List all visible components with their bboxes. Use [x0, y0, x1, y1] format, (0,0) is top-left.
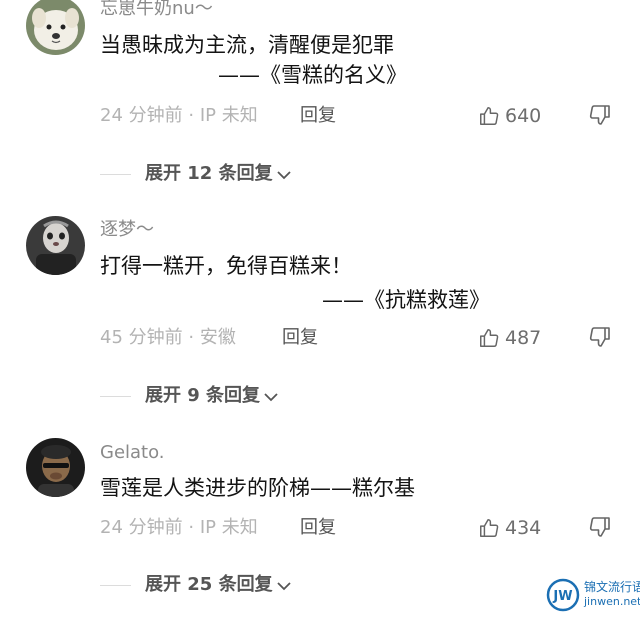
avatar[interactable] [26, 0, 85, 55]
thumbs-down-icon [589, 327, 610, 347]
like-count: 487 [505, 327, 542, 349]
watermark-logo-text: JW [552, 589, 572, 604]
thumbs-up-icon [480, 329, 499, 347]
username[interactable]: 逐梦～ [100, 219, 154, 241]
comment-location: · IP 未知 [188, 517, 258, 538]
comment-location: · IP 未知 [188, 105, 258, 126]
chevron-down-icon [276, 582, 291, 591]
thumbs-down-icon [589, 105, 610, 125]
reply-button[interactable]: 回复 [282, 326, 318, 350]
expand-replies-button[interactable]: 展开 25 条回复 [100, 572, 292, 598]
comment-meta: 24 分钟前 · IP 未知 [100, 104, 258, 128]
expand-replies-button[interactable]: 展开 9 条回复 [100, 383, 279, 409]
comment-text: 当愚昧成为主流，清醒便是犯罪 [100, 33, 394, 57]
expand-replies-button[interactable]: 展开 12 条回复 [100, 161, 292, 187]
thumbs-down-icon [589, 517, 610, 537]
chevron-down-icon [276, 171, 291, 180]
comment-meta: 24 分钟前 · IP 未知 [100, 516, 258, 540]
comment-text: 雪莲是人类进步的阶梯——糕尔基 [100, 476, 415, 500]
comment-quote: ——《雪糕的名义》 [218, 63, 407, 87]
watermark-title: 锦文流行语 [584, 580, 640, 594]
comment-quote: ——《抗糕救莲》 [322, 288, 490, 312]
chevron-down-icon [264, 393, 278, 402]
expand-replies-label: 展开 25 条回复 [145, 574, 273, 595]
like-count: 640 [505, 105, 542, 127]
like-button[interactable]: 434 [478, 515, 541, 541]
watermark-logo: JW [546, 578, 580, 612]
comment-time: 24 分钟前 [100, 105, 183, 126]
like-count: 434 [505, 517, 542, 539]
avatar[interactable] [26, 438, 85, 497]
like-button[interactable]: 640 [478, 103, 541, 129]
dislike-button[interactable] [588, 515, 612, 541]
username[interactable]: Gelato. [100, 442, 165, 464]
comment-text: 打得一糕开，免得百糕来！ [100, 254, 352, 278]
comment-time: 45 分钟前 [100, 327, 183, 348]
username[interactable]: 忘崽牛奶nu～ [100, 0, 213, 20]
watermark: JW 锦文流行语 jinwen.net [546, 578, 640, 614]
expand-replies-label: 展开 12 条回复 [145, 163, 273, 184]
avatar[interactable] [26, 216, 85, 275]
expand-replies-label: 展开 9 条回复 [145, 385, 261, 406]
thumbs-up-icon [480, 519, 499, 537]
divider [100, 395, 131, 397]
thumbs-up-icon [480, 107, 499, 125]
dislike-button[interactable] [588, 103, 612, 129]
divider [100, 173, 131, 175]
comment-location: · 安徽 [188, 327, 236, 348]
reply-button[interactable]: 回复 [300, 516, 336, 540]
dislike-button[interactable] [588, 325, 612, 351]
comment-time: 24 分钟前 [100, 517, 183, 538]
comment-meta: 45 分钟前 · 安徽 [100, 326, 236, 350]
reply-button[interactable]: 回复 [300, 104, 336, 128]
divider [100, 584, 131, 586]
like-button[interactable]: 487 [478, 325, 541, 351]
watermark-url: jinwen.net [584, 595, 640, 608]
